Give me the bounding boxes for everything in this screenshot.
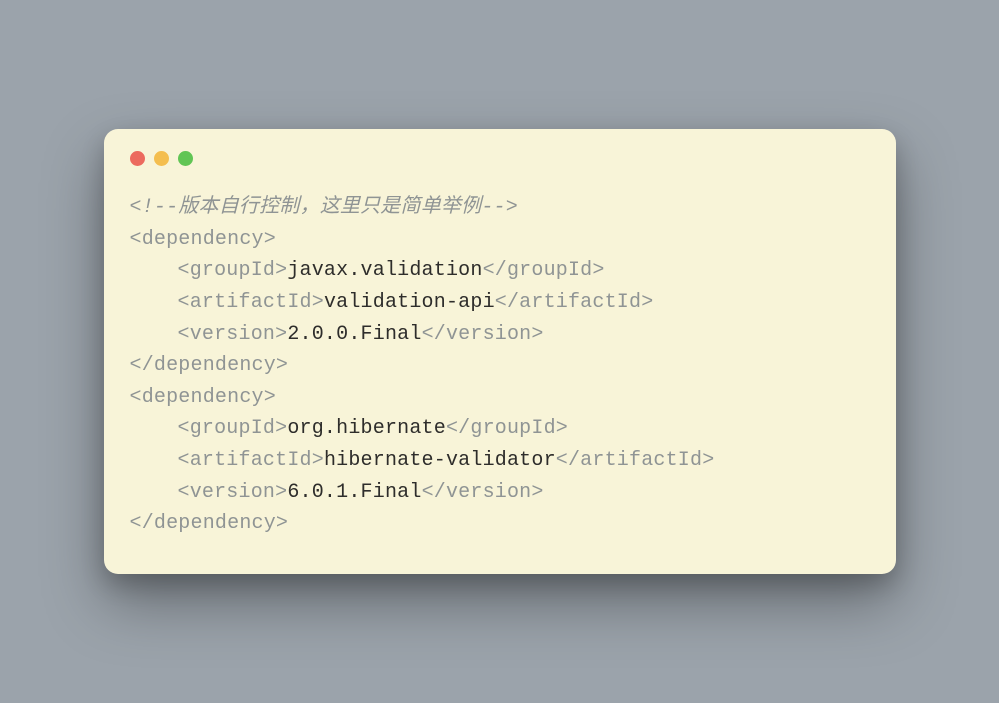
dependency-open-tag: <dependency>: [130, 228, 276, 251]
groupid-value: org.hibernate: [287, 417, 446, 440]
code-window: <!--版本自行控制，这里只是简单举例--> <dependency> <gro…: [104, 129, 896, 574]
window-controls: [130, 151, 870, 166]
groupid-close-tag: </groupId>: [446, 417, 568, 440]
groupid-open-tag: <groupId>: [178, 259, 288, 282]
dependency-open-tag: <dependency>: [130, 386, 276, 409]
code-block: <!--版本自行控制，这里只是简单举例--> <dependency> <gro…: [130, 192, 870, 540]
groupid-open-tag: <groupId>: [178, 417, 288, 440]
version-close-tag: </version>: [422, 323, 544, 346]
minimize-icon[interactable]: [154, 151, 169, 166]
version-close-tag: </version>: [422, 481, 544, 504]
close-icon[interactable]: [130, 151, 145, 166]
artifactid-open-tag: <artifactId>: [178, 291, 324, 314]
version-value: 6.0.1.Final: [287, 481, 421, 504]
artifactid-open-tag: <artifactId>: [178, 449, 324, 472]
maximize-icon[interactable]: [178, 151, 193, 166]
version-open-tag: <version>: [178, 323, 288, 346]
artifactid-close-tag: </artifactId>: [495, 291, 654, 314]
dependency-close-tag: </dependency>: [130, 512, 289, 535]
artifactid-value: hibernate-validator: [324, 449, 556, 472]
xml-comment: <!--版本自行控制，这里只是简单举例-->: [130, 196, 518, 219]
version-open-tag: <version>: [178, 481, 288, 504]
groupid-value: javax.validation: [287, 259, 482, 282]
artifactid-close-tag: </artifactId>: [556, 449, 715, 472]
artifactid-value: validation-api: [324, 291, 495, 314]
version-value: 2.0.0.Final: [287, 323, 421, 346]
dependency-close-tag: </dependency>: [130, 354, 289, 377]
groupid-close-tag: </groupId>: [483, 259, 605, 282]
